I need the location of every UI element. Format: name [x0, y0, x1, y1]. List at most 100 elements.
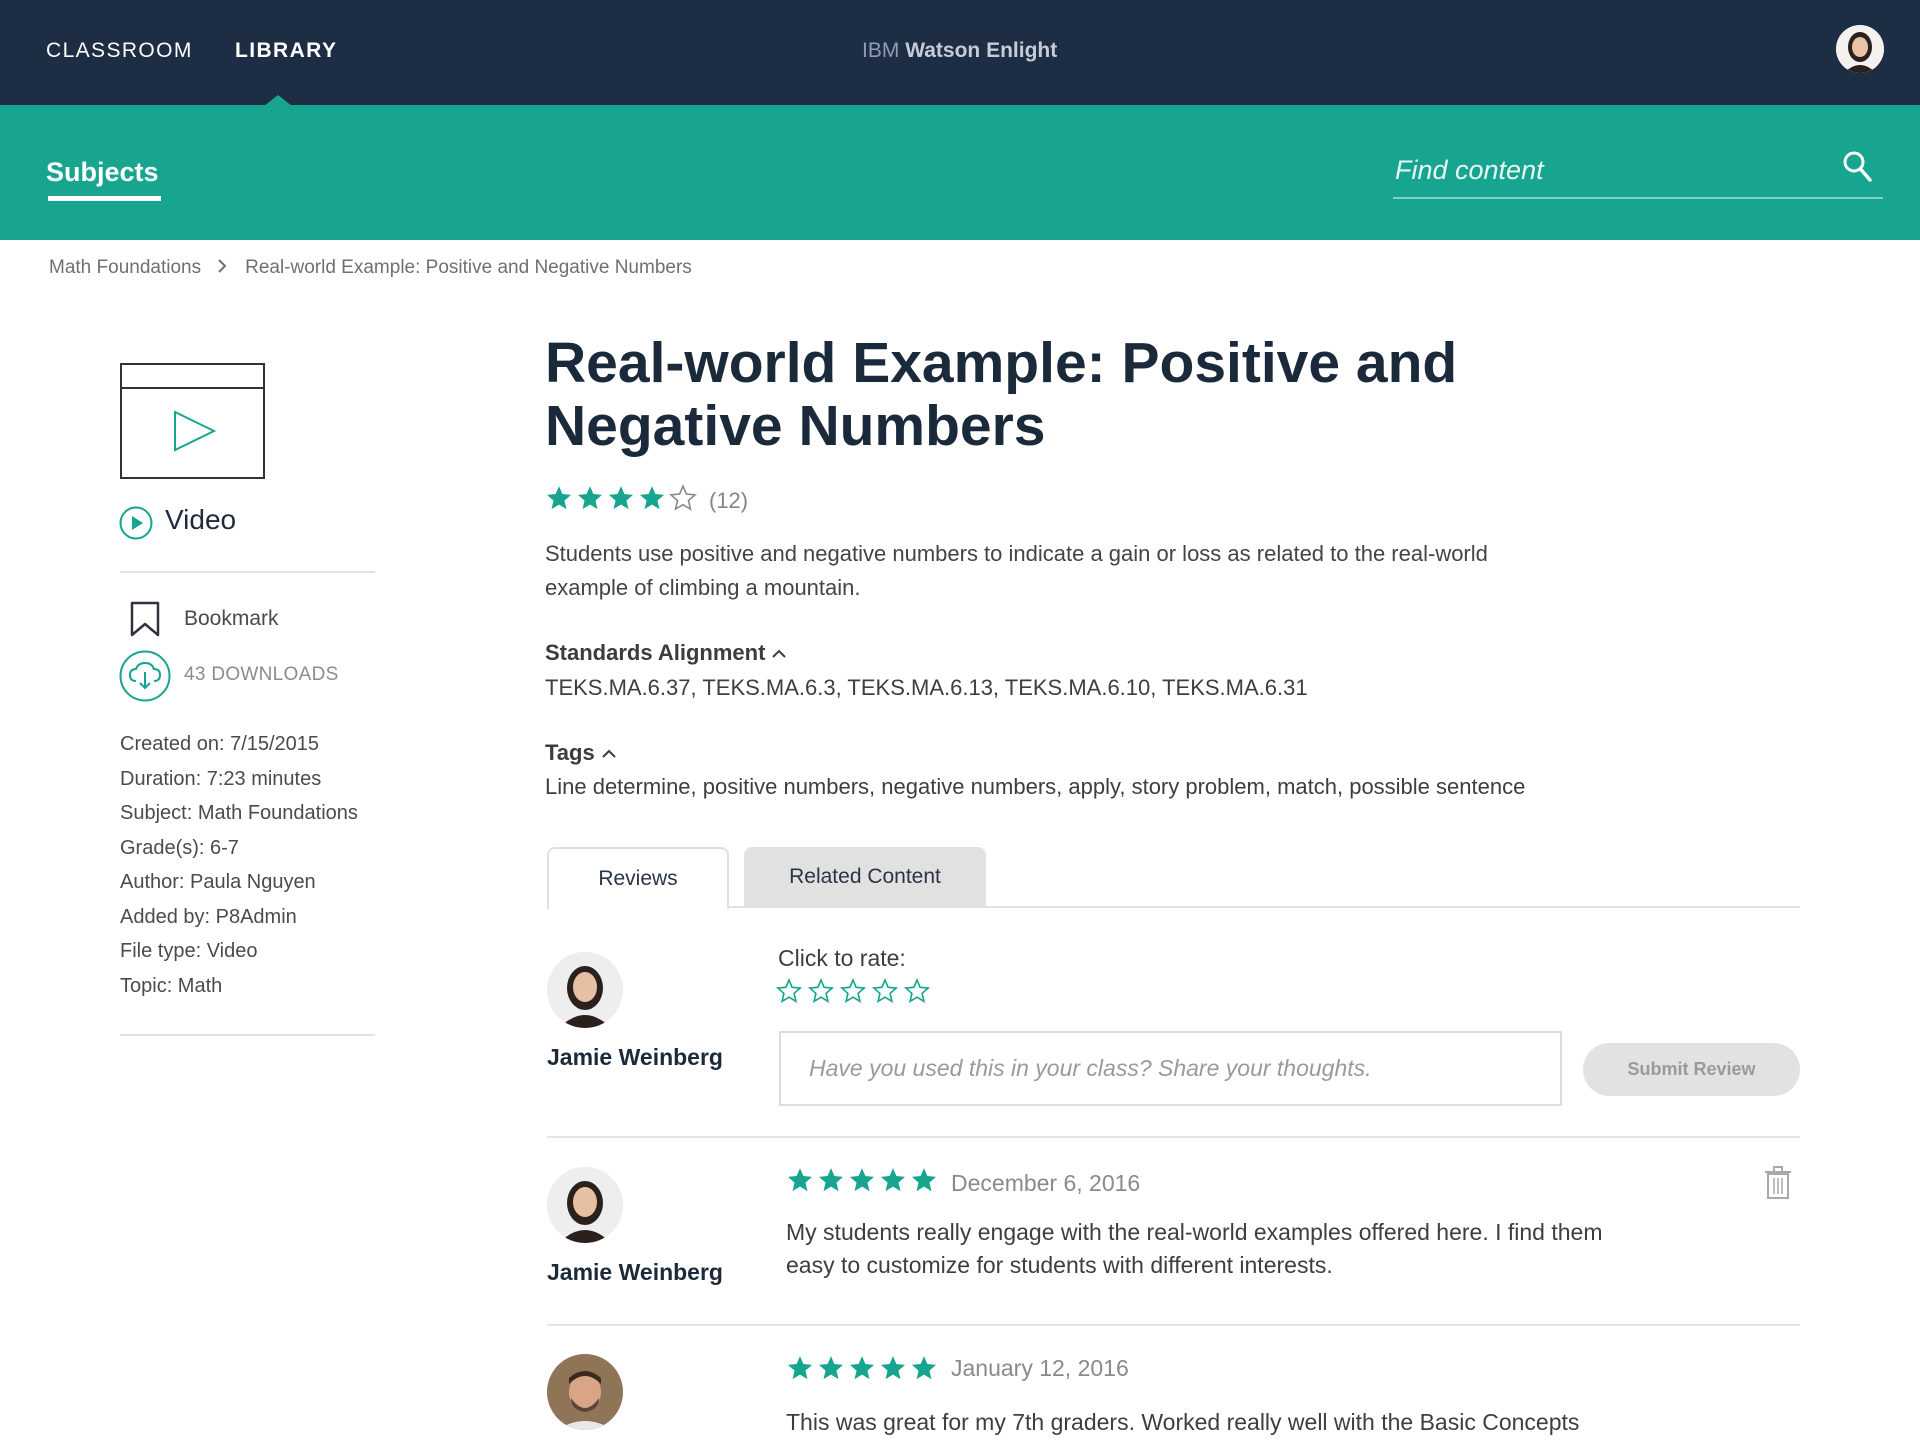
search-icon[interactable] [1842, 150, 1872, 184]
rate-star-1[interactable] [775, 977, 803, 1009]
resource-description: Students use positive and negative numbe… [545, 541, 1488, 600]
review-rating [786, 1354, 941, 1382]
review-date: December 6, 2016 [951, 1170, 1141, 1196]
star-outline-icon [775, 977, 803, 1003]
thumbnail-bar [122, 387, 263, 389]
resource-metadata: Created on: 7/15/2015 Duration: 7:23 min… [120, 727, 358, 1003]
composer-avatar [547, 952, 623, 1028]
standards-heading: Standards Alignment [545, 640, 766, 665]
play-icon [174, 410, 217, 452]
tags-toggle[interactable]: Tags [545, 740, 617, 766]
meta-file-type: File type: Video [120, 940, 258, 962]
meta-added-by: Added by: P8Admin [120, 905, 297, 928]
tab-reviews[interactable]: Reviews [547, 847, 729, 909]
rate-star-5[interactable] [903, 977, 931, 1009]
divider [120, 1034, 375, 1036]
meta-grades: Grade(s): 6-7 [120, 836, 239, 859]
search-underline [1393, 197, 1883, 199]
star-outline-icon [871, 977, 899, 1003]
title-line-2: Negative Numbers [545, 394, 1046, 458]
star-filled-icon [577, 486, 603, 510]
review-text: This was great for my 7th graders. Worke… [786, 1409, 1580, 1435]
rating-stars [545, 484, 700, 517]
composer-user-name: Jamie Weinberg [547, 1044, 723, 1070]
reviewer-avatar [547, 1167, 623, 1243]
rating-count: (12) [709, 487, 749, 513]
review-text-input[interactable] [779, 1031, 1562, 1106]
breadcrumb-item[interactable]: Real-world Example: Positive and Negativ… [245, 257, 692, 278]
star-filled-icon [787, 1168, 813, 1192]
star-filled-icon [608, 486, 634, 510]
title-line-1: Real-world Example: Positive and [545, 331, 1458, 395]
star-filled-icon [911, 1356, 937, 1380]
subjects-tab[interactable]: Subjects [46, 157, 159, 188]
tags-heading: Tags [545, 740, 595, 765]
star-outline-icon [839, 977, 867, 1003]
star-filled-icon [880, 1356, 906, 1380]
page-title: Real-world Example: Positive and Negativ… [545, 332, 1545, 458]
divider [547, 1136, 1800, 1138]
subjects-underline [48, 196, 161, 201]
meta-author: Author: Paula Nguyen [120, 871, 316, 893]
rate-star-3[interactable] [839, 977, 867, 1009]
divider [547, 1324, 1800, 1326]
avatar-woman-icon [1836, 25, 1884, 73]
rate-star-2[interactable] [807, 977, 835, 1009]
submit-review-button[interactable]: Submit Review [1583, 1043, 1800, 1096]
star-outline-icon [903, 977, 931, 1003]
tab-related-content[interactable]: Related Content [744, 847, 986, 907]
star-filled-icon [880, 1168, 906, 1192]
star-filled-icon [911, 1168, 937, 1192]
star-filled-icon [818, 1356, 844, 1380]
review-rating [786, 1166, 941, 1194]
chevron-up-icon [772, 649, 787, 658]
brand-prefix: IBM [862, 39, 900, 62]
avatar-man-icon [547, 1354, 623, 1430]
reviewer-name: Jamie Weinberg [547, 1259, 723, 1285]
breadcrumb: Math Foundations Real-world Example: Posi… [49, 257, 692, 279]
avatar-woman-icon [547, 1167, 623, 1243]
brand-name: Watson Enlight [905, 39, 1058, 62]
top-nav: CLASSROOM LIBRARY IBM Watson Enlight [0, 0, 1920, 106]
chevron-right-icon [218, 259, 227, 273]
average-rating: (12) [545, 484, 748, 517]
star-filled-icon [849, 1168, 875, 1192]
star-filled-icon [818, 1168, 844, 1192]
standards-list: TEKS.MA.6.37, TEKS.MA.6.3, TEKS.MA.6.13,… [545, 675, 1308, 700]
star-filled-icon [546, 486, 572, 510]
star-filled-icon [787, 1356, 813, 1380]
resource-type-label: Video [165, 504, 237, 535]
avatar-woman-icon [547, 952, 623, 1028]
meta-topic: Topic: Math [120, 974, 223, 997]
star-filled-icon [639, 486, 665, 510]
video-thumbnail[interactable] [120, 363, 265, 479]
star-filled-icon [849, 1356, 875, 1380]
meta-duration: Duration: 7:23 minutes [120, 767, 322, 790]
sub-nav: Subjects [0, 105, 1920, 240]
review-date: January 12, 2016 [951, 1355, 1129, 1381]
bookmark-icon[interactable] [130, 601, 160, 637]
meta-subject: Subject: Math Foundations [120, 802, 358, 824]
tags-list: Line determine, positive numbers, negati… [545, 774, 1526, 799]
downloads-count: 43 DOWNLOADS [184, 664, 339, 685]
nav-library[interactable]: LIBRARY [235, 39, 337, 63]
nav-classroom[interactable]: CLASSROOM [46, 39, 193, 63]
tabs-divider [729, 906, 1800, 908]
video-type-icon [119, 506, 153, 540]
rate-stars-input[interactable] [775, 977, 936, 1009]
download-cloud-icon[interactable] [119, 650, 171, 702]
divider [120, 571, 375, 573]
meta-created: Created on: 7/15/2015 [120, 733, 320, 755]
search-input[interactable] [1393, 149, 1827, 191]
rate-star-4[interactable] [871, 977, 899, 1009]
user-avatar[interactable] [1836, 25, 1884, 73]
reviewer-avatar [547, 1354, 623, 1430]
bookmark-button[interactable]: Bookmark [184, 607, 279, 631]
review-text: My students really engage with the real-… [786, 1219, 1603, 1278]
breadcrumb-item[interactable]: Math Foundations [49, 257, 201, 278]
standards-toggle[interactable]: Standards Alignment [545, 640, 787, 666]
star-outline-icon [807, 977, 835, 1003]
star-outline-icon [669, 484, 697, 511]
brand-logo: IBM Watson Enlight [862, 39, 1057, 63]
trash-icon[interactable] [1764, 1166, 1792, 1200]
